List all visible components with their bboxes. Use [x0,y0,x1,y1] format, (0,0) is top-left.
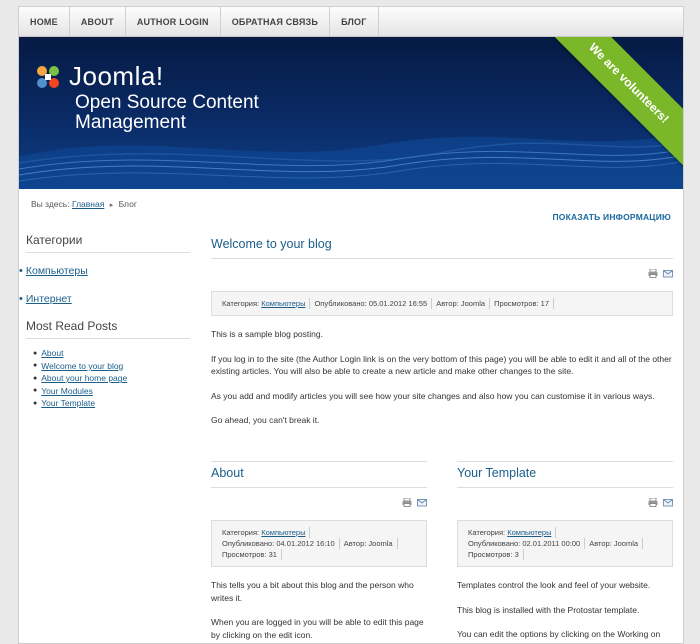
category-link[interactable]: Компьютеры [261,299,305,308]
logo-text: Joomla! [69,61,164,91]
article-paragraph: This blog is installed with the Protosta… [457,604,640,615]
nav-feedback[interactable]: ОБРАТНАЯ СВЯЗЬ [221,7,331,36]
list-item: ● About your home page [33,372,191,385]
article-title[interactable]: Welcome to your blog [211,233,673,259]
print-icon[interactable] [648,269,658,278]
article-actions [457,498,673,508]
joomla-logo[interactable]: Joomla! [33,61,164,92]
most-read-link[interactable]: Your Modules [41,386,93,396]
top-menu: HOME ABOUT AUTHOR LOGIN ОБРАТНАЯ СВЯЗЬ Б… [19,7,683,37]
bullet-icon: ● [33,399,38,407]
article-paragraph: As you add and modify articles you will … [211,390,655,401]
joomla-logo-icon [37,65,59,88]
article-info: Категория: Компьютеры Опубликовано: 04.0… [211,520,427,567]
article-paragraph: Templates control the look and feel of y… [457,580,651,590]
info-category: Категория: Компьютеры [464,527,557,538]
main-content: Welcome to your blog Категория: Компьюте… [211,233,673,643]
email-icon[interactable] [417,498,427,507]
list-item: ● Your Modules [33,385,191,398]
article-title[interactable]: About [211,461,427,488]
article-paragraph: This is a sample blog posting. [211,329,323,339]
info-author: Автор: Joomla [585,538,644,549]
nav-home[interactable]: HOME [19,7,70,36]
breadcrumb-separator-icon: ▸ [109,202,114,209]
email-icon[interactable] [663,269,673,278]
most-read-link[interactable]: About [41,348,63,358]
article-info: Категория: Компьютеры Опубликовано: 02.0… [457,520,673,567]
info-views: Просмотров: 3 [464,549,524,560]
show-info-link[interactable]: ПОКАЗАТЬ ИНФОРМАЦИЮ [552,212,671,222]
bullet-icon: • [19,265,23,277]
info-author: Автор: Joomla [340,538,398,549]
most-read-link[interactable]: About your home page [41,373,127,383]
header-banner: Joomla! Open Source Content Management W… [19,37,683,189]
nav-about[interactable]: ABOUT [70,7,126,36]
info-views: Просмотров: 17 [490,298,554,309]
list-item: ● Welcome to your blog [33,360,191,373]
print-icon[interactable] [402,498,412,507]
article-actions [211,498,427,508]
bullet-icon: ● [33,349,38,357]
article-paragraph: This tells you a bit about this blog and… [211,580,414,603]
article-paragraph: If you log in to the site (the Author Lo… [211,353,672,377]
about-article: About Категория: Компьютеры Опубликовано… [211,461,427,643]
info-published: Опубликовано: 02.01.2011 00:00 [464,538,586,549]
article-info: Категория: Компьютеры Опубликовано: 05.0… [211,291,673,316]
email-icon[interactable] [663,498,673,507]
category-item: • Интернет [19,285,191,313]
article-columns: About Категория: Компьютеры Опубликовано… [211,461,673,643]
category-link[interactable]: Компьютеры [261,528,305,537]
site-tagline: Open Source Content Management [75,92,259,133]
article-paragraph: Go ahead, you can't break it. [211,415,320,425]
nav-author-login[interactable]: AUTHOR LOGIN [126,7,221,36]
bullet-icon: ● [33,374,38,382]
article-actions [211,269,673,279]
breadcrumb-home-link[interactable]: Главная [72,199,104,209]
page: HOME ABOUT AUTHOR LOGIN ОБРАТНАЯ СВЯЗЬ Б… [18,6,684,644]
category-link[interactable]: Компьютеры [507,528,551,537]
category-link-computers[interactable]: Компьютеры [26,265,88,277]
category-item: • Компьютеры [19,257,191,285]
bullet-icon: ● [33,362,38,370]
most-read-heading: Most Read Posts [26,319,190,339]
most-read-link[interactable]: Welcome to your blog [41,361,123,371]
breadcrumb-current: Блог [118,199,137,209]
breadcrumb-prefix: Вы здесь: [31,199,70,209]
bullet-icon: • [19,293,23,305]
most-read-list: ● About ● Welcome to your blog ● About your… [33,347,191,410]
info-views: Просмотров: 31 [218,549,282,560]
template-article: Your Template Категория: Компьютеры Опуб… [457,461,673,643]
info-category: Категория: Компьютеры [218,527,311,538]
blog-article: Welcome to your blog Категория: Компьюте… [211,233,673,427]
print-icon[interactable] [648,498,658,507]
breadcrumb: Вы здесь: Главная ▸ Блог [31,199,137,209]
info-published: Опубликовано: 05.01.2012 16:55 [310,298,433,309]
article-paragraph: When you are logged in you will be able … [211,617,424,640]
info-author: Автор: Joomla [432,298,491,309]
most-read-link[interactable]: Your Template [41,398,95,408]
article-paragraph: You can edit the options by clicking on … [457,629,668,643]
list-item: ● Your Template [33,397,191,410]
categories-heading: Категории [26,233,190,253]
sidebar: Категории • Компьютеры • Интернет Most R… [19,233,191,410]
info-category: Категория: Компьютеры [218,298,311,309]
bullet-icon: ● [33,387,38,395]
category-link-internet[interactable]: Интернет [26,293,72,305]
list-item: ● About [33,347,191,360]
article-title[interactable]: Your Template [457,461,673,488]
info-published: Опубликовано: 04.01.2012 16:10 [218,538,340,549]
nav-blog[interactable]: БЛОГ [330,7,379,36]
